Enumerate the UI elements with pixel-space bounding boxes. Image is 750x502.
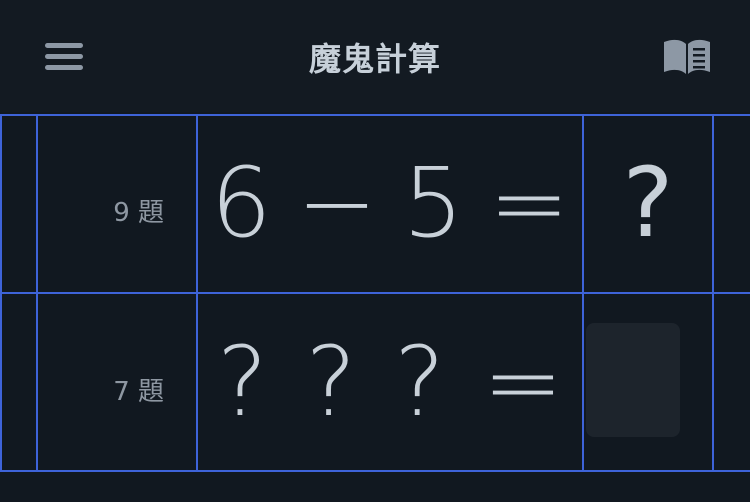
- grid-line: [712, 114, 714, 472]
- answer-input[interactable]: [586, 323, 680, 437]
- equals-sign: =: [482, 326, 564, 438]
- expression: 6 − 5 =: [198, 114, 582, 292]
- grid-line: [36, 114, 38, 472]
- app-window: 魔鬼計算 9 題 6 − 5 = ? 7 題 ? ? ? =: [0, 0, 750, 502]
- grid-line: [0, 292, 750, 294]
- top-bar: 魔鬼計算: [0, 0, 750, 112]
- question-row: 9 題 6 − 5 = ?: [0, 114, 750, 292]
- question-row: 7 題 ? ? ? =: [0, 293, 750, 471]
- answer-cell: ?: [622, 147, 674, 259]
- expression: ? ? ? =: [198, 293, 582, 471]
- equals-sign: =: [488, 147, 570, 259]
- operand: ?: [394, 326, 446, 438]
- question-number: 9 題: [113, 198, 164, 228]
- question-grid: 9 題 6 − 5 = ? 7 題 ? ? ? =: [0, 114, 750, 472]
- grid-line: [582, 114, 584, 472]
- operand: ?: [216, 326, 268, 438]
- page-title: 魔鬼計算: [308, 40, 441, 78]
- operand: 6: [210, 147, 272, 259]
- book-button[interactable]: [660, 36, 714, 78]
- grid-line: [0, 114, 750, 116]
- operator: ?: [305, 326, 357, 438]
- question-number: 7 題: [113, 377, 164, 407]
- grid-line: [0, 114, 2, 472]
- bottom-area: [0, 472, 750, 502]
- book-icon: [664, 39, 710, 74]
- operator: −: [296, 147, 378, 259]
- operand: 5: [402, 147, 464, 259]
- grid-line: [196, 114, 198, 472]
